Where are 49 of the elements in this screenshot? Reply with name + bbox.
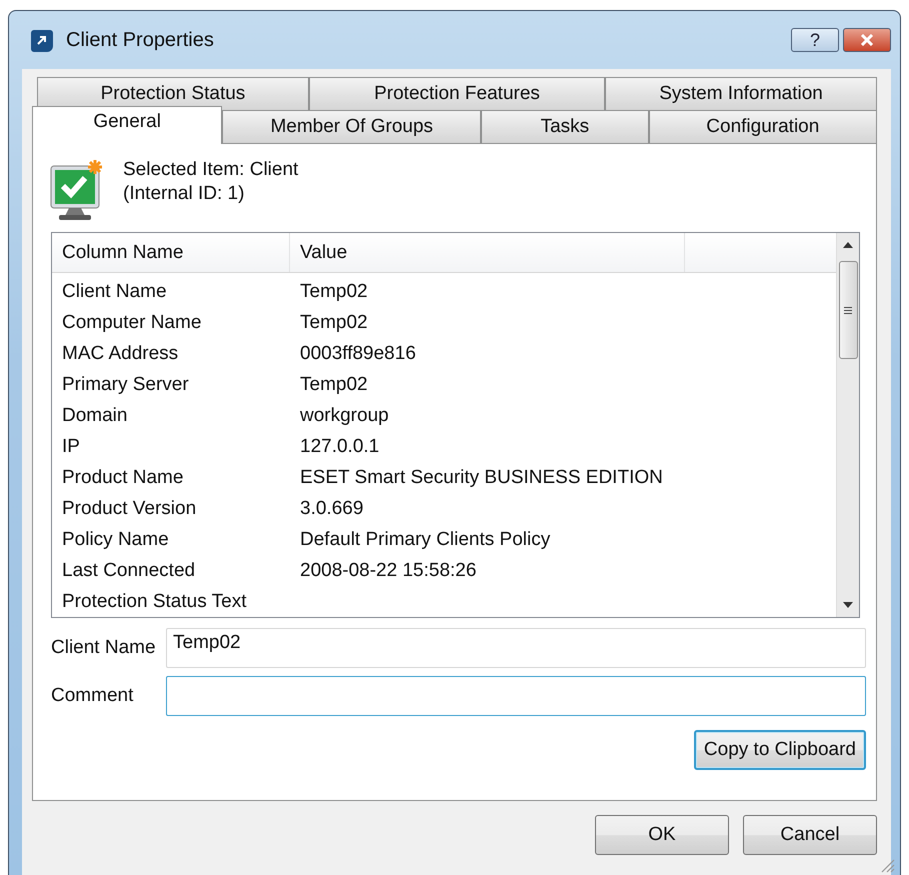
tab[interactable]: System Information bbox=[605, 77, 877, 110]
table-cell: Last Connected bbox=[62, 560, 196, 580]
help-button[interactable]: ? bbox=[791, 28, 839, 52]
scroll-up-icon[interactable] bbox=[842, 241, 854, 249]
table-cell: Protection Status Text bbox=[62, 590, 246, 612]
tab[interactable]: Tasks bbox=[481, 110, 649, 143]
table-cell: Client Name bbox=[62, 280, 167, 302]
table-cell: Primary Server bbox=[62, 374, 189, 394]
tab[interactable]: General bbox=[32, 106, 222, 144]
table-cell: 3.0.669 bbox=[300, 498, 364, 518]
table-cell: IP bbox=[62, 436, 80, 456]
close-icon[interactable] bbox=[859, 34, 875, 46]
table-cell: Policy Name bbox=[62, 528, 169, 550]
table-cell: Default Primary Clients Policy bbox=[300, 528, 550, 550]
table-cell: Temp02 bbox=[300, 312, 368, 332]
tab[interactable]: Member Of Groups bbox=[222, 110, 482, 143]
column-header[interactable]: Column Name bbox=[52, 233, 290, 272]
table-cell: MAC Address bbox=[62, 342, 178, 364]
tab[interactable]: Protection Status bbox=[37, 77, 309, 110]
window-title: Client Properties bbox=[66, 28, 214, 52]
table-cell: Computer Name bbox=[62, 312, 202, 332]
table-cell: ESET Smart Security BUSINESS EDITION bbox=[300, 466, 663, 488]
table-cell: 0003ff89e816 bbox=[300, 342, 416, 364]
input-field[interactable]: Temp02 bbox=[166, 628, 866, 668]
scrollbar-thumb[interactable] bbox=[838, 261, 858, 359]
field-label: Client Name bbox=[50, 637, 157, 659]
field-label: Comment bbox=[50, 685, 134, 707]
copy-to-clipboard-button[interactable]: Copy to Clipboard bbox=[694, 730, 866, 770]
arrow-icon bbox=[30, 28, 54, 52]
table-cell: Product Name bbox=[62, 466, 184, 488]
column-header[interactable]: Value bbox=[290, 233, 685, 272]
selected-item-label: Selected Item: Client bbox=[123, 159, 298, 181]
table-cell: 2008-08-22 15:58:26 bbox=[300, 560, 476, 580]
resize-grip-icon[interactable] bbox=[879, 857, 895, 873]
table-cell: Domain bbox=[62, 404, 128, 426]
table-cell: workgroup bbox=[300, 404, 389, 426]
table-cell: Product Version bbox=[62, 498, 196, 518]
table-cell: Temp02 bbox=[300, 374, 368, 394]
ok-button[interactable]: OK bbox=[595, 815, 729, 855]
scroll-down-icon[interactable] bbox=[842, 601, 854, 609]
internal-id-label: (Internal ID: 1) bbox=[123, 183, 246, 205]
table-cell: Temp02 bbox=[300, 280, 368, 302]
scrollbar[interactable] bbox=[836, 233, 859, 617]
tab[interactable]: Configuration bbox=[648, 110, 878, 143]
input-field[interactable] bbox=[166, 676, 866, 716]
cancel-button[interactable]: Cancel bbox=[743, 815, 877, 855]
tab[interactable]: Protection Features bbox=[308, 77, 606, 110]
close-button[interactable] bbox=[843, 28, 891, 52]
table-cell: 127.0.0.1 bbox=[300, 436, 380, 456]
